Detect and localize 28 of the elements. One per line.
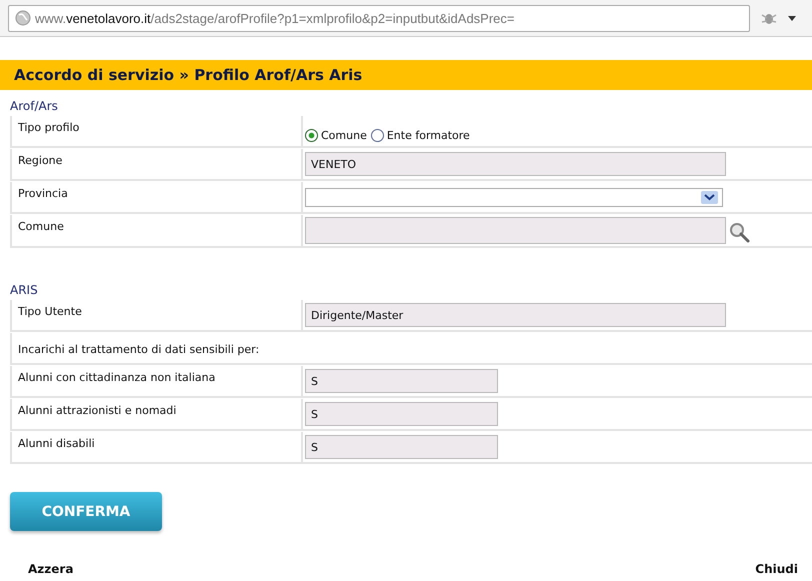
close-link[interactable]: Chiudi	[755, 562, 798, 576]
field-label: Provincia	[10, 182, 297, 212]
input-field[interactable]	[305, 217, 726, 244]
field-label: Alunni con cittadinanza non italiana	[10, 366, 297, 396]
search-icon[interactable]	[729, 222, 751, 244]
input-field[interactable]: S	[305, 369, 498, 393]
section-title: ARIS	[9, 282, 39, 299]
form-note: Incarichi al trattamento di dati sensibili per:	[10, 333, 812, 363]
radio-label[interactable]: Ente formatore	[386, 128, 470, 142]
radio-button[interactable]	[305, 128, 318, 142]
radio-button[interactable]	[370, 128, 384, 142]
section-title: Arof/Ars	[9, 98, 59, 115]
radio-label[interactable]: Comune	[321, 128, 367, 142]
field-label: Alunni disabili	[10, 432, 297, 462]
page-title: Accordo di servizio » Profilo Arof/Ars Aris	[14, 66, 362, 84]
reset-link[interactable]: Azzera	[28, 562, 74, 576]
field-label: Alunni attrazionisti e nomadi	[10, 399, 297, 429]
input-field[interactable]: S	[305, 402, 498, 426]
url-text: www.venetolavoro.it/ads2stage/arofProfile?p1=xmlprofilo&p2=inputbut&idAdsPrec=	[35, 10, 514, 26]
field-label: Regione	[10, 149, 297, 179]
field-label: Comune	[10, 215, 297, 246]
input-field[interactable]: Dirigente/Master	[305, 303, 726, 327]
field-label: Tipo profilo	[10, 116, 297, 146]
dropdown-arrow-icon[interactable]	[788, 16, 796, 20]
input-field[interactable]: VENETO	[305, 152, 726, 176]
input-field[interactable]: S	[305, 435, 498, 459]
field-label: Tipo Utente	[10, 300, 297, 330]
address-bar[interactable]: www.venetolavoro.it/ads2stage/arofProfile?p1=xmlprofilo&p2=inputbut&idAdsPrec=	[8, 4, 750, 32]
